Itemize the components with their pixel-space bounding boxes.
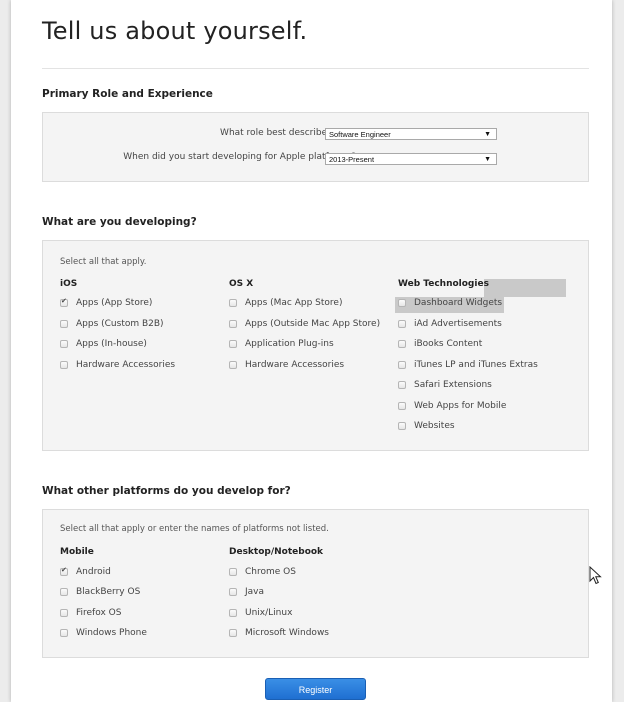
- column-heading: iOS: [60, 279, 78, 289]
- checkbox[interactable]: [229, 608, 237, 617]
- checkbox-option[interactable]: Safari Extensions: [398, 380, 492, 390]
- checkbox[interactable]: [60, 608, 68, 617]
- checkbox-label: iTunes LP and iTunes Extras: [414, 359, 538, 370]
- checkbox-label: Unix/Linux: [245, 607, 293, 618]
- checkbox-label: iBooks Content: [414, 339, 483, 349]
- checkbox-option[interactable]: Chrome OS: [229, 567, 296, 577]
- checkbox-label: Chrome OS: [245, 567, 296, 577]
- checkbox-label: Apps (In-house): [76, 339, 147, 349]
- checkbox-option[interactable]: Apps (In-house): [60, 339, 147, 349]
- checkbox-option[interactable]: Unix/Linux: [229, 608, 292, 618]
- checkbox[interactable]: [229, 628, 237, 637]
- checkbox-label: Hardware Accessories: [76, 359, 176, 370]
- checkbox-option[interactable]: Hardware Accessories: [60, 360, 175, 370]
- role-select[interactable]: Software Engineer ▼: [325, 128, 497, 140]
- title-divider: [42, 68, 589, 69]
- checkbox-label: Web Apps for Mobile: [414, 400, 507, 411]
- checkbox-option[interactable]: iTunes LP and iTunes Extras: [398, 360, 538, 370]
- page-title: Tell us about yourself.: [42, 17, 308, 45]
- column-heading: Desktop/Notebook: [229, 547, 324, 557]
- column-heading: Web Technologies: [398, 279, 489, 289]
- start-label: When did you start developing for Apple …: [123, 152, 356, 162]
- checkbox-label: Apps (Custom B2B): [76, 318, 164, 329]
- developing-hint: Select all that apply.: [60, 257, 147, 267]
- selection-highlight: [484, 279, 566, 297]
- checkbox-label: Application Plug-ins: [245, 339, 334, 349]
- platforms-section-heading: What other platforms do you develop for?: [42, 485, 291, 497]
- checkbox-label: Dashboard Widgets: [414, 298, 503, 308]
- checkbox[interactable]: [398, 299, 406, 307]
- checkbox-option[interactable]: Web Apps for Mobile: [398, 401, 506, 411]
- checkbox-option[interactable]: Apps (Outside Mac App Store): [229, 319, 380, 329]
- start-select[interactable]: 2013-Present ▼: [325, 153, 497, 165]
- checkbox-label: Hardware Accessories: [245, 359, 345, 370]
- triangle-down-icon: ▼: [484, 131, 491, 138]
- register-button[interactable]: Register: [265, 678, 366, 700]
- checkbox[interactable]: [60, 340, 68, 348]
- role-select-value: Software Engineer: [329, 130, 391, 139]
- checkbox-option[interactable]: Microsoft Windows: [229, 628, 329, 638]
- checkbox[interactable]: [398, 340, 406, 348]
- role-section-heading: Primary Role and Experience: [42, 88, 213, 100]
- checkbox-option[interactable]: Firefox OS: [60, 608, 121, 618]
- checkbox-label: BlackBerry OS: [76, 587, 141, 598]
- checkbox[interactable]: [60, 628, 68, 637]
- checkbox-option[interactable]: Java: [229, 587, 264, 597]
- checkbox[interactable]: [229, 588, 237, 597]
- checkbox[interactable]: [398, 319, 406, 328]
- checkbox-option[interactable]: Websites: [398, 421, 455, 431]
- checkbox-option[interactable]: Android: [60, 566, 111, 577]
- mouse-pointer-icon: [589, 566, 602, 585]
- checkbox-option[interactable]: Apps (Custom B2B): [60, 319, 164, 329]
- checkbox-label: Apps (Mac App Store): [245, 298, 343, 308]
- checkbox-option[interactable]: Windows Phone: [60, 628, 147, 638]
- checkbox-option[interactable]: Hardware Accessories: [229, 360, 344, 370]
- checkbox-label: Safari Extensions: [414, 380, 492, 390]
- checkbox-label: Microsoft Windows: [245, 627, 329, 638]
- checked-checkbox[interactable]: [60, 566, 68, 576]
- registration-page: Tell us about yourself. Primary Role and…: [11, 0, 612, 702]
- checkbox[interactable]: [60, 319, 68, 328]
- checkbox[interactable]: [229, 568, 237, 576]
- column-heading: OS X: [229, 279, 254, 289]
- checkbox[interactable]: [398, 401, 406, 410]
- checkbox-label: Windows Phone: [76, 627, 147, 638]
- platforms-section-box: Select all that apply or enter the names…: [42, 509, 589, 658]
- checkbox-label: Websites: [414, 421, 455, 431]
- checkbox-option[interactable]: BlackBerry OS: [60, 587, 140, 597]
- checkbox[interactable]: [229, 340, 237, 348]
- checkbox[interactable]: [398, 381, 406, 389]
- checkbox-option[interactable]: Apps (App Store): [60, 297, 153, 308]
- checkbox-option[interactable]: iAd Advertisements: [398, 319, 502, 329]
- developing-section-heading: What are you developing?: [42, 216, 197, 228]
- triangle-down-icon: ▼: [484, 156, 491, 163]
- checkbox-label: Firefox OS: [76, 607, 122, 618]
- checkbox[interactable]: [60, 588, 68, 597]
- checkbox-option[interactable]: Dashboard Widgets: [398, 298, 502, 308]
- checkbox-option[interactable]: Apps (Mac App Store): [229, 298, 342, 308]
- checkbox-option[interactable]: Application Plug-ins: [229, 339, 334, 349]
- column-heading: Mobile: [60, 547, 94, 557]
- checkbox[interactable]: [60, 360, 68, 369]
- checkbox[interactable]: [229, 319, 237, 328]
- checkbox-label: Android: [76, 567, 111, 577]
- checkbox-label: Apps (App Store): [76, 298, 153, 308]
- checkbox-label: Java: [245, 587, 265, 598]
- role-section-box: What role best describes you? Software E…: [42, 112, 589, 182]
- start-select-value: 2013-Present: [329, 155, 375, 164]
- checked-checkbox[interactable]: [60, 297, 68, 307]
- checkbox[interactable]: [398, 360, 406, 369]
- checkbox-option[interactable]: iBooks Content: [398, 339, 482, 349]
- developing-section-box: Select all that apply. iOS Apps (App Stor…: [42, 240, 589, 451]
- checkbox[interactable]: [398, 422, 406, 430]
- checkbox[interactable]: [229, 360, 237, 369]
- checkbox-label: Apps (Outside Mac App Store): [245, 318, 381, 329]
- checkbox[interactable]: [229, 299, 237, 307]
- platforms-hint: Select all that apply or enter the names…: [60, 524, 329, 534]
- checkbox-label: iAd Advertisements: [414, 318, 502, 329]
